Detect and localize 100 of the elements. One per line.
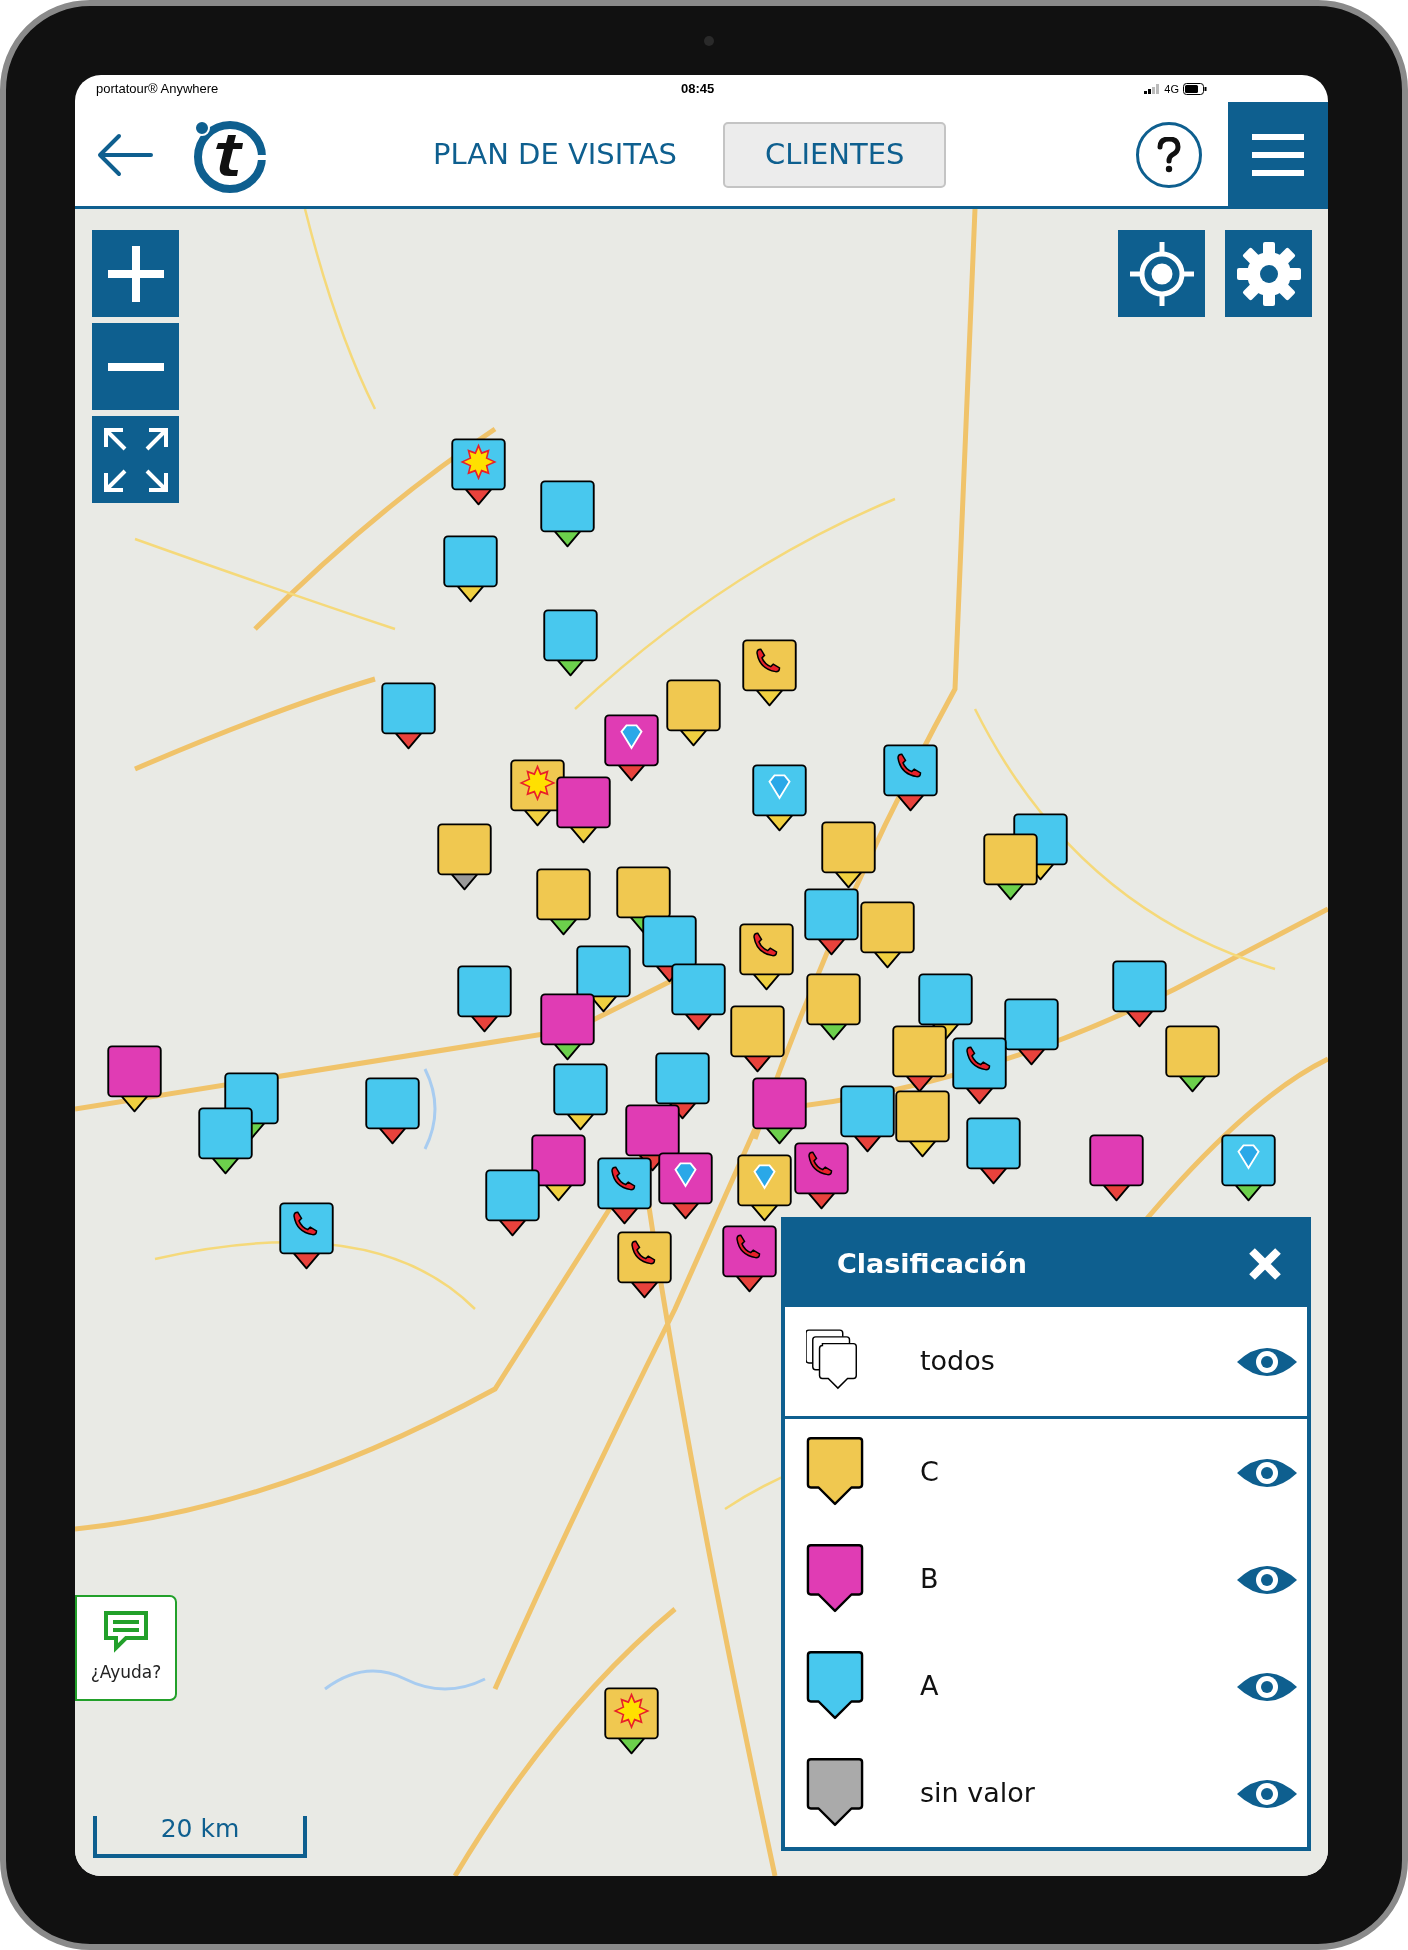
map-pin[interactable]	[654, 1052, 710, 1120]
diamond-icon	[1236, 1144, 1260, 1170]
phone-icon	[897, 753, 922, 778]
sun-icon	[612, 1692, 650, 1729]
map-pin[interactable]	[794, 1142, 849, 1210]
phone-icon	[736, 1234, 760, 1259]
map-pin[interactable]	[617, 1231, 672, 1299]
map-pin[interactable]	[918, 973, 973, 1040]
network-label: 4G	[1164, 81, 1179, 97]
map-pin[interactable]	[840, 1085, 895, 1152]
map-pin[interactable]	[722, 1225, 777, 1293]
locate-button[interactable]	[1118, 230, 1205, 317]
map-pin[interactable]	[365, 1077, 420, 1145]
map-pin[interactable]	[279, 1201, 334, 1269]
scale-bar: 20 km	[93, 1816, 307, 1858]
map-pin[interactable]	[751, 1077, 807, 1145]
diamond-icon	[767, 774, 791, 800]
map-pin[interactable]	[381, 682, 436, 749]
map-pin[interactable]	[730, 1005, 786, 1073]
map-pin[interactable]	[450, 438, 506, 506]
sun-icon	[459, 443, 497, 481]
expand-icon	[102, 426, 169, 493]
plus-icon	[107, 245, 164, 302]
map-pin[interactable]	[751, 764, 807, 831]
phone-icon	[631, 1240, 656, 1265]
back-arrow-icon	[97, 132, 153, 177]
map-pin[interactable]	[540, 480, 595, 548]
legend-row[interactable]: sin valor	[785, 1740, 1307, 1847]
legend-row[interactable]: C	[785, 1419, 1307, 1526]
map-pin[interactable]	[806, 973, 862, 1040]
help-icon	[1157, 136, 1181, 173]
map-pin[interactable]	[821, 821, 876, 889]
map-pin[interactable]	[642, 915, 697, 983]
menu-button[interactable]	[1228, 101, 1328, 208]
phone-icon	[966, 1046, 991, 1071]
map-pin[interactable]	[737, 1154, 792, 1222]
map-pin[interactable]	[983, 833, 1038, 901]
map-pin[interactable]	[804, 888, 859, 956]
settings-button[interactable]	[1225, 230, 1312, 317]
crosshair-icon	[1129, 241, 1194, 306]
menu-icon	[1252, 133, 1304, 176]
map-pin[interactable]	[1089, 1134, 1144, 1202]
map-pin[interactable]	[576, 945, 631, 1013]
map-pin[interactable]	[860, 900, 915, 968]
legend-row[interactable]: A	[785, 1633, 1307, 1740]
map-pin[interactable]	[965, 1117, 1021, 1185]
map-pin[interactable]	[552, 1063, 608, 1131]
signal-icon	[1144, 84, 1161, 94]
phone-icon	[808, 1151, 833, 1176]
help-chat-button[interactable]: ¿Ayuda?	[75, 1595, 177, 1701]
map-pin[interactable]	[952, 1037, 1007, 1105]
map-pin[interactable]	[1112, 960, 1167, 1028]
map-pin[interactable]	[1004, 997, 1059, 1065]
map-pin[interactable]	[625, 1104, 680, 1172]
status-time: 08:45	[681, 80, 715, 99]
map-pin[interactable]	[883, 744, 939, 812]
diamond-icon	[674, 1162, 697, 1188]
map-pin[interactable]	[107, 1045, 162, 1113]
map-pin[interactable]	[894, 1090, 950, 1157]
map-pin[interactable]	[531, 1134, 587, 1202]
header-tab[interactable]: CLIENTES	[723, 121, 947, 188]
battery-icon	[1183, 83, 1207, 95]
legend-title: Clasificación	[837, 1246, 1027, 1281]
phone-icon	[755, 648, 780, 673]
map-pin[interactable]	[542, 609, 598, 677]
map-pin[interactable]	[603, 1687, 659, 1754]
fit-view-button[interactable]	[92, 416, 179, 503]
sun-icon	[519, 764, 556, 801]
map-pin[interactable]	[540, 992, 595, 1060]
chat-icon	[102, 1610, 150, 1655]
map-pin[interactable]	[741, 639, 797, 707]
map-pin[interactable]	[666, 679, 721, 747]
app-name: portatour® Anywhere	[96, 80, 219, 99]
map-pin[interactable]	[443, 535, 498, 603]
map-pin[interactable]	[437, 823, 492, 891]
legend-row[interactable]: B	[785, 1526, 1307, 1633]
map-pin[interactable]	[457, 965, 512, 1033]
map-pin[interactable]	[1220, 1134, 1276, 1202]
map-pin[interactable]	[739, 923, 794, 991]
zoom-in-button[interactable]	[92, 230, 179, 317]
header-tab[interactable]: PLAN DE VISITAS	[427, 121, 683, 188]
map-pin[interactable]	[616, 866, 671, 933]
gear-icon	[1234, 239, 1303, 308]
zoom-out-button[interactable]	[92, 323, 179, 410]
map-pin[interactable]	[597, 1157, 653, 1225]
map-pin[interactable]	[671, 963, 726, 1030]
map-pin[interactable]	[1164, 1025, 1220, 1093]
map-pin[interactable]	[658, 1152, 714, 1220]
phone-icon	[611, 1166, 636, 1191]
map-pin[interactable]	[536, 868, 592, 936]
map-pin[interactable]	[485, 1169, 541, 1237]
map-pin[interactable]	[892, 1025, 947, 1093]
phone-icon	[753, 932, 778, 957]
map-pin[interactable]	[603, 714, 659, 782]
map-pin[interactable]	[510, 759, 565, 827]
diamond-icon	[619, 724, 643, 750]
map-pin[interactable]	[198, 1107, 253, 1175]
map-pin[interactable]	[556, 776, 612, 844]
map[interactable]: ¿Ayuda? 20 km Clasificación todos C B A sin valor	[75, 209, 1328, 1876]
help-button[interactable]	[1136, 121, 1202, 188]
